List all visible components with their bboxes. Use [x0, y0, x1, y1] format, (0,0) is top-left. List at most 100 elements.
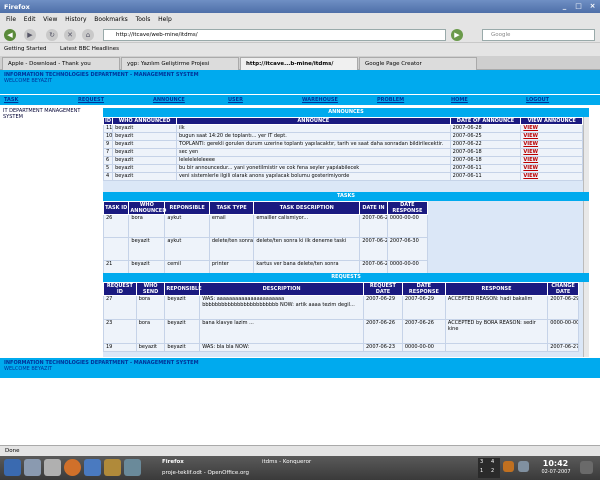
date: 02-07-2007 — [541, 469, 571, 475]
nav-home[interactable]: HOME — [451, 97, 468, 103]
col-request-date: REQUEST DATE — [362, 282, 403, 296]
menu-bar: File Edit View History Bookmarks Tools H… — [0, 13, 600, 26]
kmenu-icon[interactable] — [4, 459, 21, 476]
view-link[interactable]: VIEW — [520, 164, 583, 173]
view-link[interactable]: VIEW — [520, 140, 583, 149]
task-konqueror[interactable]: itdms - Konqueror — [252, 457, 372, 468]
col-response: RESPONSE — [444, 282, 549, 296]
menu-view[interactable]: View — [43, 13, 57, 26]
tasks-title: TASKS — [103, 192, 589, 201]
tasks-panel: TASKS TASK ID WHO ANNOUNCED REPONSIBLE T… — [103, 192, 589, 274]
col-task-type: TASK TYPE — [208, 201, 255, 215]
window-title: Firefox — [4, 3, 30, 11]
desktop-pager[interactable]: 3 4 1 2 — [478, 458, 500, 478]
requests-scrollbar[interactable] — [583, 282, 589, 357]
table-row: 9 beyazit TOPLANTI: gerekli gorulen durum … — [103, 140, 583, 149]
col-task-description: TASK DESCRIPTION — [253, 201, 361, 215]
pager-desktop-1[interactable]: 1 — [480, 468, 483, 474]
forward-icon[interactable]: ▶ — [24, 29, 36, 41]
search-input[interactable]: Google — [482, 29, 595, 41]
home-icon[interactable]: ⌂ — [82, 29, 94, 41]
task-firefox[interactable]: Firefox — [152, 457, 252, 468]
task-openoffice[interactable]: proje-teklif.odt - OpenOffice.org — [152, 468, 252, 479]
col-who-announced: WHO ANNOUNCED — [128, 201, 167, 215]
close-icon[interactable]: × — [588, 2, 597, 11]
welcome-text: WELCOME BEYAZIT — [4, 78, 53, 84]
menu-history[interactable]: History — [65, 13, 86, 26]
menu-edit[interactable]: Edit — [24, 13, 36, 26]
nav-problem[interactable]: PROBLEM — [377, 97, 404, 103]
url-input[interactable]: http://itcave/web-mine/itdms/ — [103, 29, 446, 41]
minimize-icon[interactable]: _ — [560, 2, 569, 11]
logout-icon[interactable] — [580, 461, 593, 474]
clock: 10:42 — [542, 459, 569, 468]
window-titlebar[interactable]: Firefox _ □ × — [0, 0, 600, 13]
footer-welcome: WELCOME BEYAZIT — [4, 366, 53, 372]
page-header: INFORMATION TECHNOLOGIES DEPARTMENT - MA… — [0, 70, 600, 94]
view-link[interactable]: VIEW — [520, 124, 583, 133]
tasks-scrollbar[interactable] — [583, 201, 589, 274]
konqueror-icon[interactable] — [84, 459, 101, 476]
nav-task[interactable]: TASK — [4, 97, 18, 103]
col-request-id: REQUEST ID — [103, 282, 137, 296]
col-view-announce: VIEW ANNOUNCE — [520, 117, 583, 125]
table-row: 23 bora beyazit bana klavye lazim ... 2007-0… — [103, 319, 579, 344]
bookmark-bbc-headlines[interactable]: Latest BBC Headlines — [60, 46, 119, 52]
reload-icon[interactable]: ↻ — [46, 29, 58, 41]
pager-desktop-2[interactable]: 2 — [491, 468, 494, 474]
nav-request[interactable]: REQUEST — [78, 97, 104, 103]
col-change-date: CHANGE DATE — [547, 282, 579, 296]
desktop-icon[interactable] — [24, 459, 41, 476]
col-reponsible: REPONSIBLE — [164, 201, 210, 215]
pager-desktop-4[interactable]: 4 — [491, 459, 494, 465]
nav-logout[interactable]: LOGOUT — [526, 97, 549, 103]
view-link[interactable]: VIEW — [520, 172, 583, 181]
announces-scrollbar[interactable] — [583, 117, 589, 193]
taskbar: Firefox proje-teklif.odt - OpenOffice.or… — [0, 456, 600, 480]
status-bar: Done — [0, 445, 600, 456]
col-date-response: DATE RESPONSE — [386, 201, 429, 215]
page-content: INFORMATION TECHNOLOGIES DEPARTMENT - MA… — [0, 70, 600, 445]
nav-warehouse[interactable]: WAREHOUSE — [302, 97, 338, 103]
tab-ygp[interactable]: ygp: Yazılım Geliştirme Projesi — [121, 57, 239, 70]
stop-icon[interactable]: ✕ — [64, 29, 76, 41]
go-icon[interactable]: ▶ — [451, 29, 463, 41]
maximize-icon[interactable]: □ — [574, 2, 583, 11]
bookmarks-toolbar: Getting Started Latest BBC Headlines — [0, 43, 600, 56]
tab-google-page-creator[interactable]: Google Page Creator — [359, 57, 477, 70]
requests-table: REQUEST ID WHO SEND REPONSIBLE DESCRIPTI… — [103, 282, 579, 352]
home-folder-icon[interactable] — [104, 459, 121, 476]
view-link[interactable]: VIEW — [520, 148, 583, 157]
menu-tools[interactable]: Tools — [136, 13, 151, 26]
col-announce: ANNOUNCE — [175, 117, 451, 125]
menu-file[interactable]: File — [6, 13, 16, 26]
tab-itdms[interactable]: http://itcave...b-mine/itdms/ — [240, 57, 358, 70]
firefox-icon[interactable] — [64, 459, 81, 476]
requests-panel: REQUESTS REQUEST ID WHO SEND REPONSIBLE … — [103, 273, 589, 357]
navigation-toolbar: ◀ ▶ ↻ ✕ ⌂ http://itcave/web-mine/itdms/ … — [0, 26, 600, 43]
page-footer: INFORMATION TECHNOLOGIES DEPARTMENT - MA… — [0, 358, 600, 378]
status-text: Done — [5, 448, 20, 454]
col-who-send: WHO SEND — [135, 282, 166, 296]
pager-desktop-3[interactable]: 3 — [480, 459, 483, 465]
table-row: 4 beyazit veni sistemlerle ilgili olarak a… — [103, 172, 583, 181]
terminal-icon[interactable] — [44, 459, 61, 476]
nav-user[interactable]: USER — [228, 97, 243, 103]
table-row: 5 beyazit bu bir announcedur... yani yonet… — [103, 164, 583, 173]
view-link[interactable]: VIEW — [520, 132, 583, 141]
col-date-in: DATE IN — [359, 201, 388, 215]
col-description: DESCRIPTION — [199, 282, 364, 296]
menu-bookmarks[interactable]: Bookmarks — [94, 13, 128, 26]
menu-help[interactable]: Help — [158, 13, 172, 26]
volume-icon[interactable] — [518, 461, 529, 472]
tab-apple-download[interactable]: Apple - Download - Thank you — [2, 57, 120, 70]
col-reponsible: REPONSIBLE — [164, 282, 202, 296]
view-link[interactable]: VIEW — [520, 156, 583, 165]
bookmark-getting-started[interactable]: Getting Started — [4, 46, 47, 52]
tray-icon[interactable] — [503, 461, 514, 472]
back-icon[interactable]: ◀ — [4, 29, 16, 41]
kontact-icon[interactable] — [124, 459, 141, 476]
nav-announce[interactable]: ANNOUNCE — [153, 97, 185, 103]
table-row: 11 beyazit ilk 2007-06-28 VIEW — [103, 124, 583, 133]
table-row: beyazit aykut delete/ten sonra delete/ten s… — [103, 237, 429, 261]
